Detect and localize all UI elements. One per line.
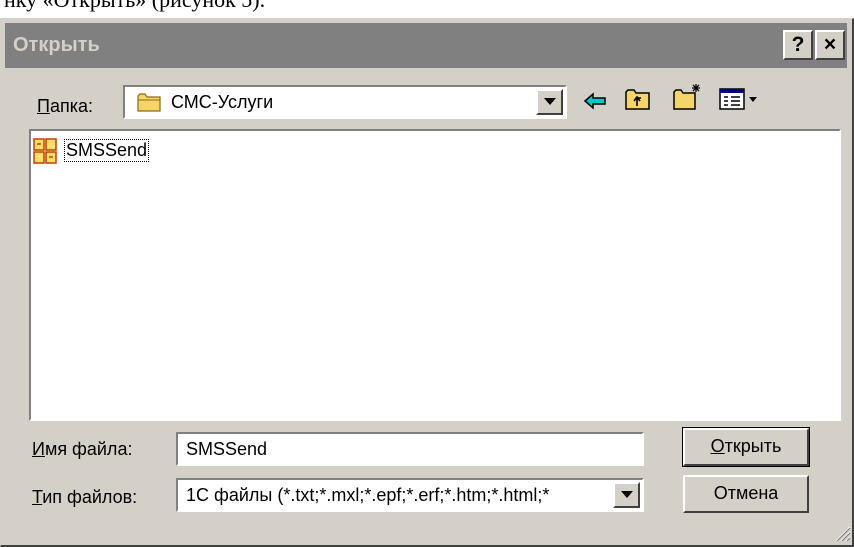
filename-label: Имя файла:	[32, 439, 133, 459]
folder-combobox[interactable]: СМС-Услуги	[123, 85, 567, 119]
open-button[interactable]: Открыть	[682, 427, 810, 467]
cancel-button[interactable]: Отмена	[683, 475, 809, 513]
1c-file-icon	[33, 138, 57, 164]
open-file-dialog: Открыть ? × Папка: СМС-Услуги SMSSend Им…	[0, 18, 854, 547]
filetype-dropdown-button[interactable]	[613, 482, 640, 508]
folder-value: СМС-Услуги	[171, 92, 274, 112]
folder-label: Папка:	[37, 96, 93, 116]
folder-dropdown-button[interactable]	[536, 89, 563, 115]
filename-input[interactable]: SMSSend	[176, 432, 644, 466]
chevron-down-icon	[544, 98, 556, 105]
back-icon[interactable]	[583, 91, 607, 111]
folder-icon	[137, 93, 161, 112]
chevron-down-icon	[621, 491, 633, 498]
help-button[interactable]: ?	[783, 30, 813, 60]
file-list[interactable]: SMSSend	[29, 129, 841, 421]
file-name: SMSSend	[63, 139, 150, 162]
up-folder-icon[interactable]	[625, 87, 651, 111]
title-bar[interactable]: Открыть ? ×	[5, 23, 847, 68]
view-menu-icon[interactable]	[719, 87, 763, 111]
close-button[interactable]: ×	[815, 30, 845, 60]
filetype-value: 1С файлы (*.txt;*.mxl;*.epf;*.erf;*.htm;…	[186, 485, 550, 505]
resize-grip-icon[interactable]	[833, 524, 851, 542]
filetype-combobox[interactable]: 1С файлы (*.txt;*.mxl;*.epf;*.erf;*.htm;…	[176, 478, 644, 512]
filetype-label: Тип файлов:	[32, 487, 138, 507]
document-caption: нку «Открыть» (рисунок 5).	[4, 0, 265, 13]
dialog-title: Открыть	[13, 34, 100, 56]
filename-value: SMSSend	[186, 439, 268, 459]
new-folder-icon[interactable]	[673, 83, 703, 111]
